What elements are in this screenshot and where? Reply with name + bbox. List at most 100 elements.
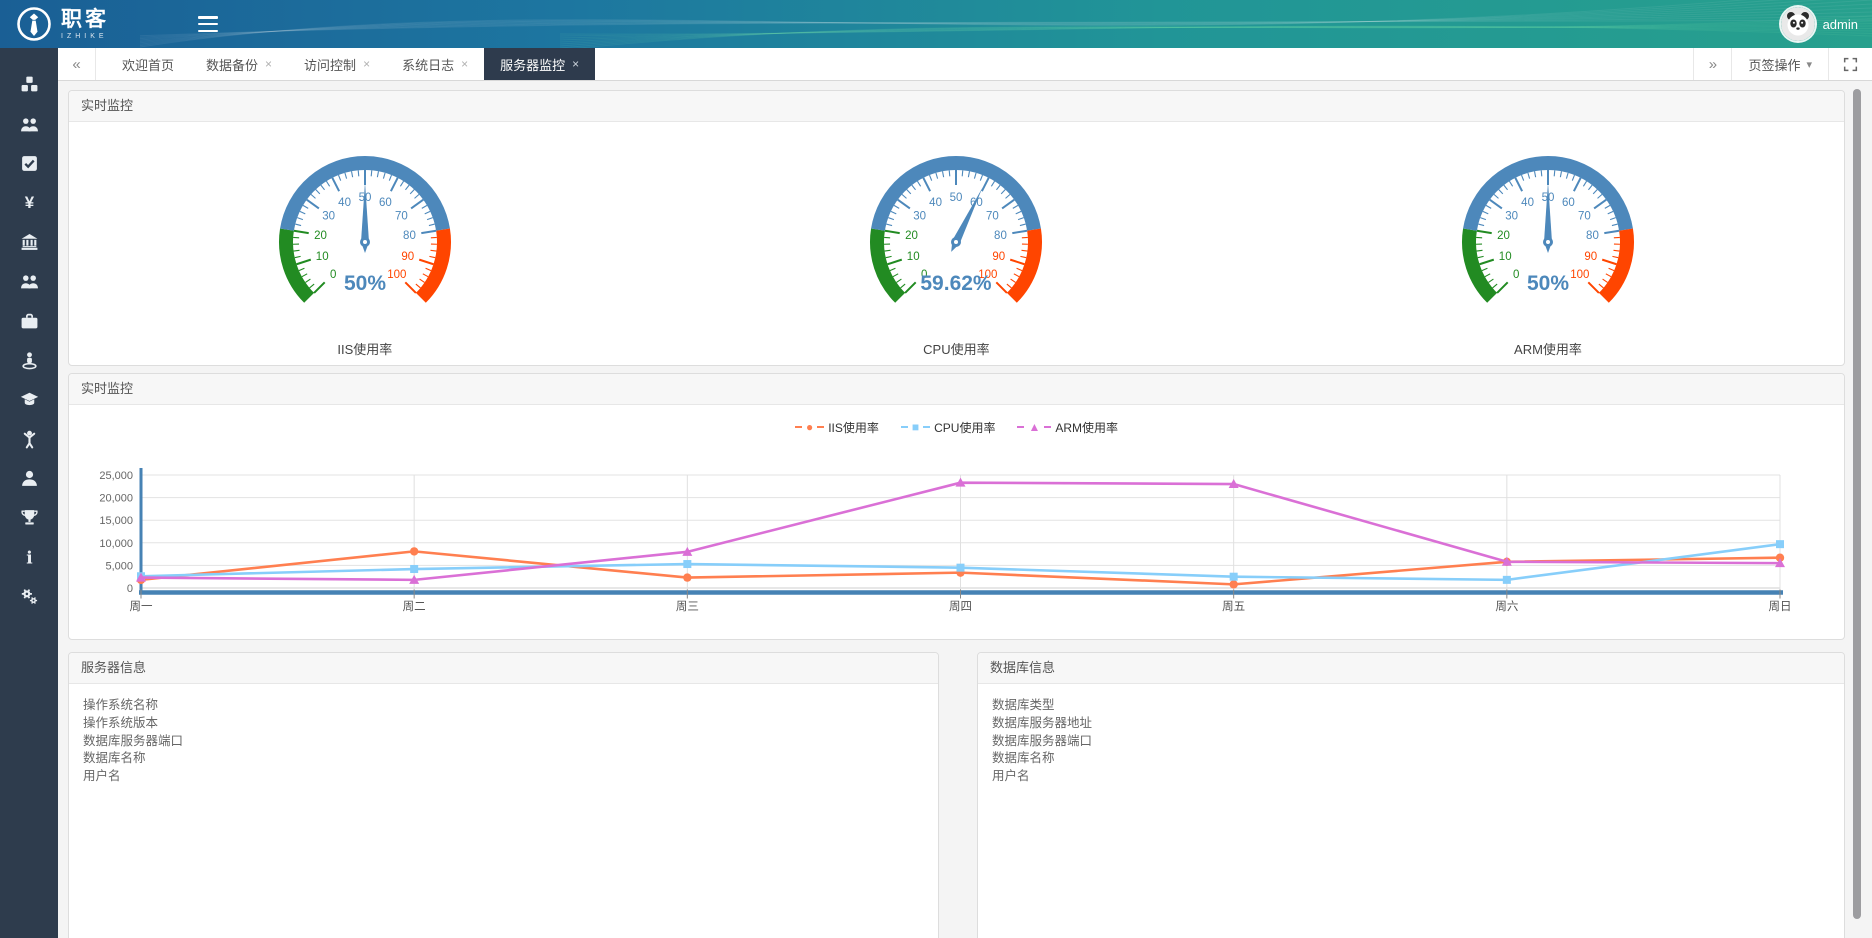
server-info-panel: 服务器信息 操作系统名称操作系统版本数据库服务器端口数据库名称用户名 bbox=[68, 652, 939, 938]
yen-icon: ¥ bbox=[20, 193, 39, 212]
fullscreen-button[interactable] bbox=[1828, 48, 1872, 80]
legend-item-iis[interactable]: ●IIS使用率 bbox=[795, 419, 879, 436]
server-info-list: 操作系统名称操作系统版本数据库服务器端口数据库名称用户名 bbox=[69, 684, 938, 799]
svg-text:¥: ¥ bbox=[24, 193, 34, 212]
check-square-icon bbox=[20, 154, 39, 173]
svg-text:60: 60 bbox=[1562, 196, 1575, 208]
info-item: 用户名 bbox=[83, 768, 924, 786]
brand-logo-icon bbox=[14, 4, 54, 44]
sidebar-item-bank[interactable] bbox=[0, 223, 58, 262]
x-axis-label: 周四 bbox=[949, 600, 972, 613]
info-item: 数据库服务器端口 bbox=[992, 733, 1830, 751]
legend-label: CPU使用率 bbox=[934, 419, 995, 436]
info-item: 操作系统版本 bbox=[83, 715, 924, 733]
gauge-value: 50% bbox=[1527, 272, 1569, 295]
square-marker-icon: ■ bbox=[912, 421, 919, 433]
svg-text:100: 100 bbox=[1570, 268, 1589, 280]
username[interactable]: admin bbox=[1823, 17, 1858, 32]
legend-item-arm[interactable]: ▲ARM使用率 bbox=[1017, 419, 1118, 436]
svg-text:70: 70 bbox=[1578, 210, 1591, 222]
sidebar-item-team[interactable] bbox=[0, 262, 58, 301]
info-item: 数据库名称 bbox=[992, 750, 1830, 768]
sidebar-item-info[interactable]: i bbox=[0, 538, 58, 577]
sidebar-item-user[interactable] bbox=[0, 459, 58, 498]
menu-toggle-button[interactable] bbox=[198, 16, 218, 32]
street-view-icon bbox=[20, 351, 39, 370]
svg-text:70: 70 bbox=[986, 210, 999, 222]
gauge-title: ARM使用率 bbox=[1252, 339, 1844, 358]
svg-text:10: 10 bbox=[316, 250, 329, 262]
tab-operations-label: 页签操作 bbox=[1748, 55, 1800, 74]
child-icon bbox=[20, 430, 39, 449]
tab-home[interactable]: 欢迎首页 bbox=[106, 48, 190, 80]
svg-text:40: 40 bbox=[338, 196, 351, 208]
team-icon bbox=[20, 272, 39, 291]
panda-avatar-image bbox=[1781, 7, 1815, 41]
brand-logo[interactable]: 职客 IZHIKE bbox=[14, 4, 109, 44]
tab-access-control[interactable]: 访问控制× bbox=[288, 48, 386, 80]
cogs-icon bbox=[20, 587, 39, 606]
tab-close-icon[interactable]: × bbox=[363, 57, 370, 71]
gauge-cpu: 010203040506070809010059.62%CPU使用率 bbox=[661, 132, 1253, 358]
tab-operations-dropdown[interactable]: 页签操作 ▾ bbox=[1731, 48, 1828, 80]
svg-text:40: 40 bbox=[1521, 196, 1534, 208]
x-axis-label: 周一 bbox=[130, 600, 153, 613]
gauges-row: 010203040506070809010050%IIS使用率010203040… bbox=[69, 122, 1844, 367]
sidebar-item-cubes[interactable] bbox=[0, 65, 58, 104]
triangle-marker-icon: ▲ bbox=[1028, 421, 1040, 433]
svg-text:5,000: 5,000 bbox=[105, 560, 133, 572]
svg-text:30: 30 bbox=[1505, 210, 1518, 222]
x-axis-label: 周六 bbox=[1495, 600, 1518, 613]
svg-text:10: 10 bbox=[1499, 250, 1512, 262]
legend-label: IIS使用率 bbox=[828, 419, 879, 436]
tabs-container: 欢迎首页数据备份×访问控制×系统日志× 服务器监控 × bbox=[96, 48, 1693, 80]
sidebar-item-yen[interactable]: ¥ bbox=[0, 183, 58, 222]
caret-down-icon: ▾ bbox=[1806, 58, 1812, 71]
tab-label: 服务器监控 bbox=[500, 55, 565, 74]
svg-text:40: 40 bbox=[930, 196, 943, 208]
tab-system-log[interactable]: 系统日志× bbox=[386, 48, 484, 80]
tab-server-monitor[interactable]: 服务器监控 × bbox=[484, 48, 595, 80]
svg-text:20,000: 20,000 bbox=[99, 493, 133, 505]
tab-close-icon[interactable]: × bbox=[265, 57, 272, 71]
trophy-icon bbox=[20, 508, 39, 527]
sidebar-item-check-square[interactable] bbox=[0, 144, 58, 183]
vertical-scrollbar[interactable] bbox=[1853, 81, 1861, 938]
svg-text:20: 20 bbox=[314, 229, 327, 241]
gauge-title: CPU使用率 bbox=[661, 339, 1253, 358]
sidebar-item-cogs[interactable] bbox=[0, 577, 58, 616]
x-axis-label: 周五 bbox=[1222, 600, 1245, 613]
svg-text:30: 30 bbox=[914, 210, 927, 222]
tab-bar: « 欢迎首页数据备份×访问控制×系统日志× 服务器监控 × » 页签操作 ▾ bbox=[58, 48, 1872, 81]
info-icon: i bbox=[20, 548, 39, 567]
scrollbar-thumb[interactable] bbox=[1853, 89, 1861, 919]
sidebar-item-child[interactable] bbox=[0, 420, 58, 459]
fullscreen-icon bbox=[1843, 57, 1858, 72]
tab-close-icon[interactable]: × bbox=[461, 57, 468, 71]
brand-subtitle: IZHIKE bbox=[61, 33, 109, 40]
realtime-chart-panel: 实时监控 ●IIS使用率■CPU使用率▲ARM使用率 05,00010,0001… bbox=[68, 373, 1845, 640]
db-info-panel: 数据库信息 数据库类型数据库服务器地址数据库服务器端口数据库名称用户名 bbox=[977, 652, 1845, 938]
gauge-value: 50% bbox=[344, 272, 386, 295]
sidebar-item-street-view[interactable] bbox=[0, 341, 58, 380]
user-avatar[interactable] bbox=[1781, 7, 1815, 41]
tab-close-icon[interactable]: × bbox=[572, 57, 579, 71]
tabs-scroll-right-button[interactable]: » bbox=[1693, 48, 1731, 80]
tab-data-backup[interactable]: 数据备份× bbox=[190, 48, 288, 80]
sidebar-item-trophy[interactable] bbox=[0, 498, 58, 537]
tabs-scroll-left-button[interactable]: « bbox=[58, 48, 96, 80]
legend-item-cpu[interactable]: ■ CPU使用率 bbox=[901, 419, 996, 436]
gauge-iis: 010203040506070809010050%IIS使用率 bbox=[69, 132, 661, 358]
sidebar-item-user-group[interactable] bbox=[0, 104, 58, 143]
chart-panel-title: 实时监控 bbox=[69, 374, 1844, 405]
x-axis-label: 周三 bbox=[676, 600, 699, 613]
sidebar-item-graduation-cap[interactable] bbox=[0, 380, 58, 419]
svg-text:80: 80 bbox=[1586, 229, 1599, 241]
brand-title: 职客 bbox=[61, 8, 109, 32]
gauge-value: 59.62% bbox=[921, 272, 993, 295]
svg-text:10,000: 10,000 bbox=[99, 538, 133, 550]
info-item: 用户名 bbox=[992, 768, 1830, 786]
svg-text:10: 10 bbox=[907, 250, 920, 262]
sidebar-item-briefcase[interactable] bbox=[0, 301, 58, 340]
sidebar: ¥i bbox=[0, 48, 58, 938]
